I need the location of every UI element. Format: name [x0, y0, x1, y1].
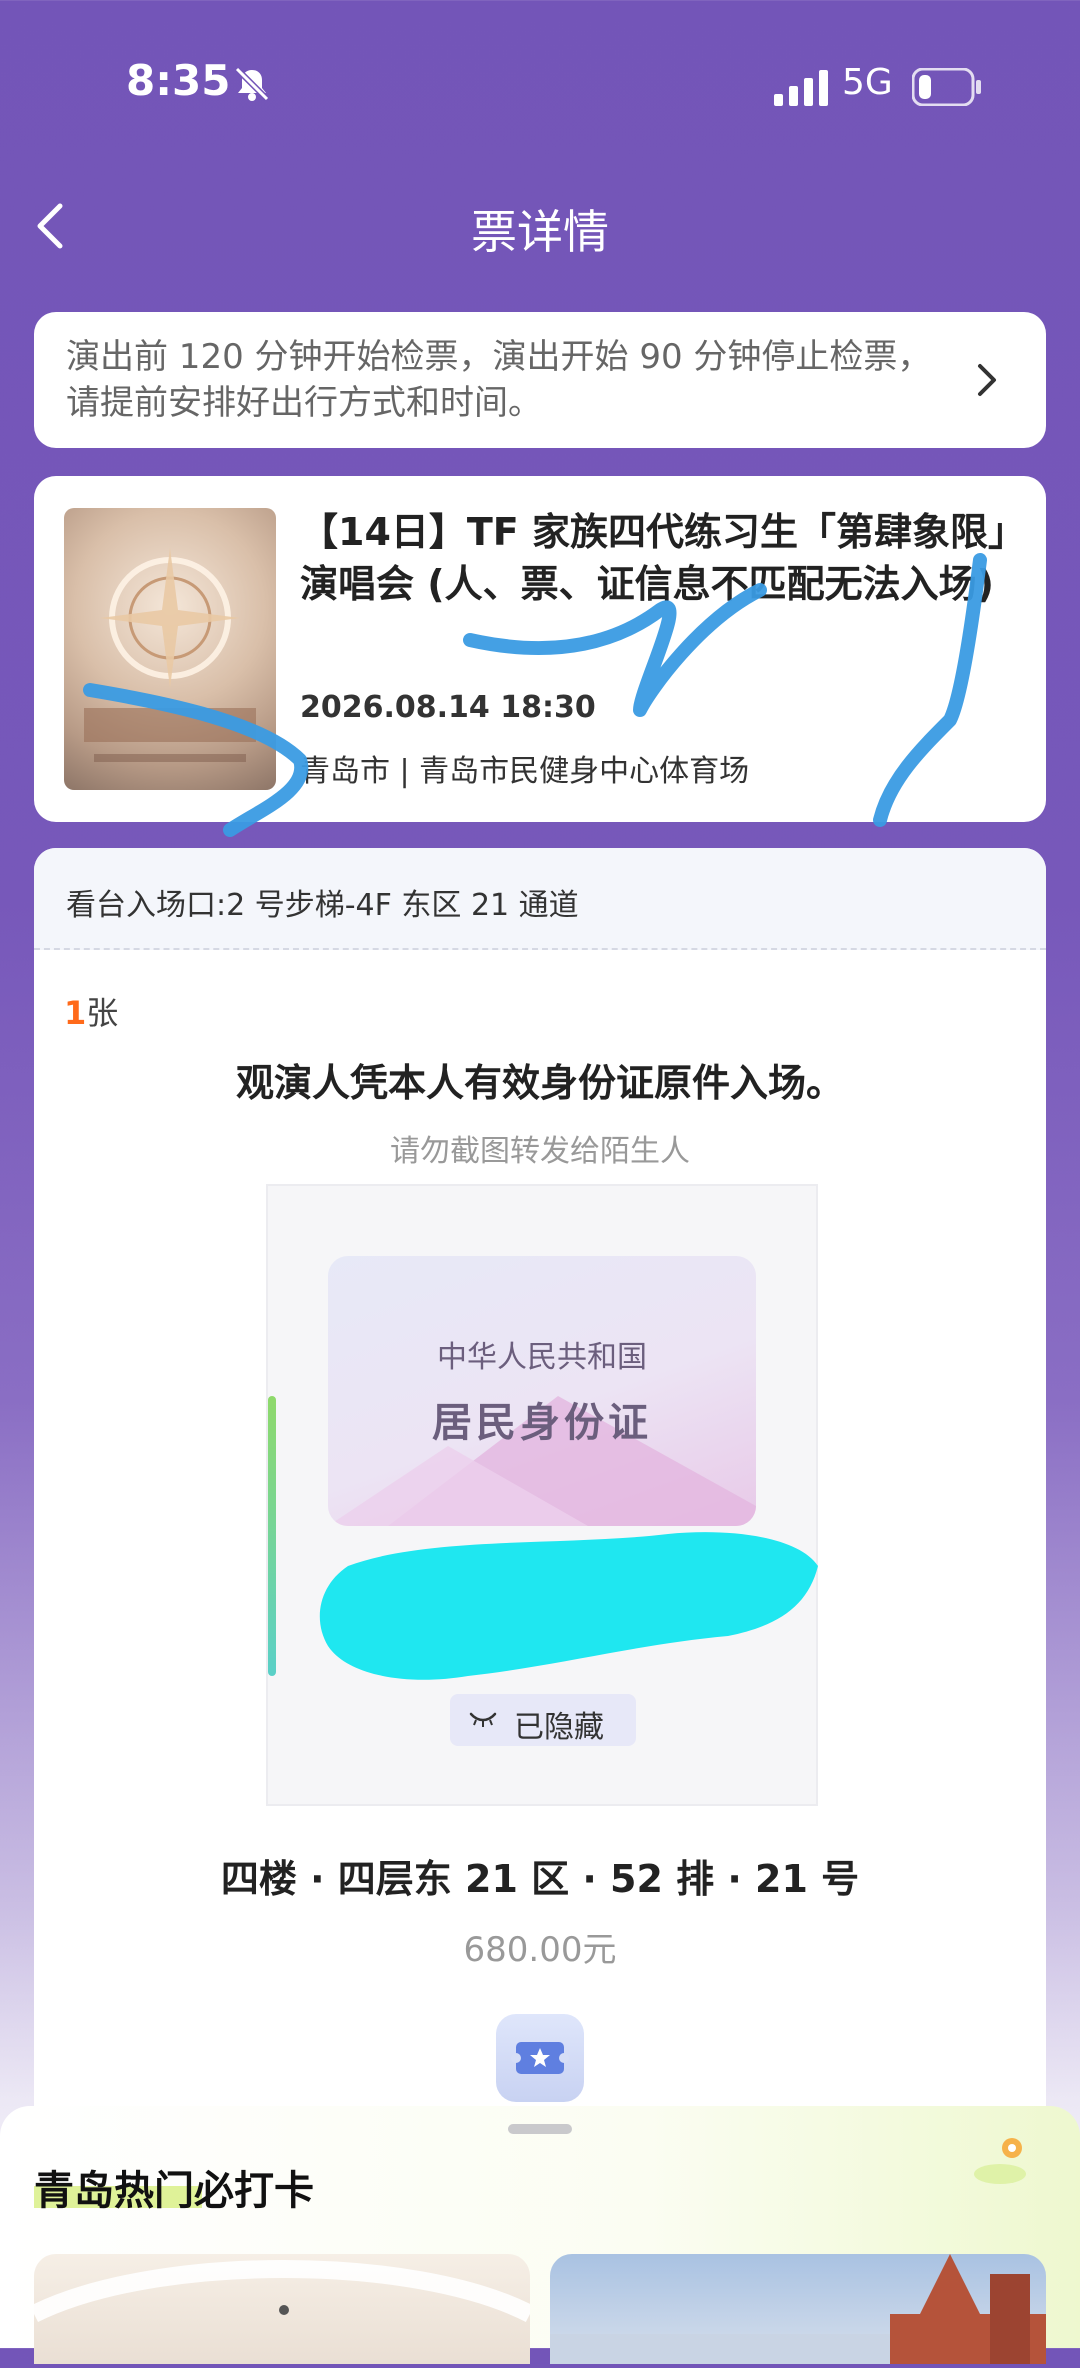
ticket-count: 1张 [64, 988, 118, 1034]
entrance-gate: 看台入场口:2 号步梯-4F 东区 21 通道 [66, 888, 579, 923]
drag-handle[interactable] [508, 2124, 572, 2134]
notice-text: 演出前 120 分钟开始检票，演出开始 90 分钟停止检票，请提前安排好出行方式… [66, 337, 932, 423]
id-card-graphic: 中华人民共和国 居民身份证 [328, 1256, 756, 1526]
ticket-card: 看台入场口:2 号步梯-4F 东区 21 通道 1张 观演人凭本人有效身份证原件… [34, 848, 1046, 2148]
event-venue: 青岛市 | 青岛市民健身中心体育场 [300, 754, 750, 789]
event-title: 【14日】TF 家族四代练习生「第肆象限」演唱会 (人、票、证信息不匹配无法入场… [300, 510, 1007, 606]
sheet-title: 青岛热门必打卡 [34, 2168, 314, 2214]
id-card-panel: 中华人民共和国 居民身份证 已隐藏 [266, 1184, 818, 1806]
ticket-count-number: 1 [64, 994, 87, 1032]
scroll-indicator [268, 1396, 276, 1676]
event-poster-image [64, 508, 276, 790]
check-in-notice[interactable]: 演出前 120 分钟开始检票，演出开始 90 分钟停止检票，请提前安排好出行方式… [34, 312, 1046, 448]
event-card[interactable]: 【14日】TF 家族四代练习生「第肆象限」演唱会 (人、票、证信息不匹配无法入场… [34, 476, 1046, 822]
network-label: 5G [842, 62, 893, 103]
gate-bar: 看台入场口:2 号步梯-4F 东区 21 通道 [34, 848, 1046, 950]
bell-muted-icon [234, 66, 270, 102]
id-card-type: 居民身份证 [432, 1400, 652, 1446]
redaction-mark [319, 1532, 818, 1680]
chevron-right-icon [978, 364, 996, 396]
hidden-info-toggle[interactable]: 已隐藏 [450, 1694, 636, 1746]
seat-info: 四楼 · 四层东 21 区 · 52 排 · 21 号 [220, 1857, 860, 1901]
hidden-label: 已隐藏 [514, 1710, 604, 1745]
page-title: 票详情 [471, 205, 609, 259]
screenshot-warning: 请勿截图转发给陌生人 [390, 1134, 690, 1169]
signal-icon [774, 70, 828, 106]
ticket-count-unit: 张 [86, 994, 119, 1032]
id-card-country: 中华人民共和国 [437, 1340, 647, 1375]
ticket-price: 680.00元 [463, 1930, 617, 1970]
location-pin-icon [974, 2138, 1026, 2184]
id-requirement: 观演人凭本人有效身份证原件入场。 [235, 1061, 844, 1105]
status-time: 8:35 [126, 56, 231, 105]
closed-eye-icon [469, 1712, 497, 1727]
ticket-star-icon[interactable] [496, 2014, 584, 2102]
event-datetime: 2026.08.14 18:30 [300, 690, 596, 725]
recommendation-sheet[interactable]: 青岛热门必打卡 [0, 2106, 1080, 2364]
battery-icon [912, 68, 981, 106]
